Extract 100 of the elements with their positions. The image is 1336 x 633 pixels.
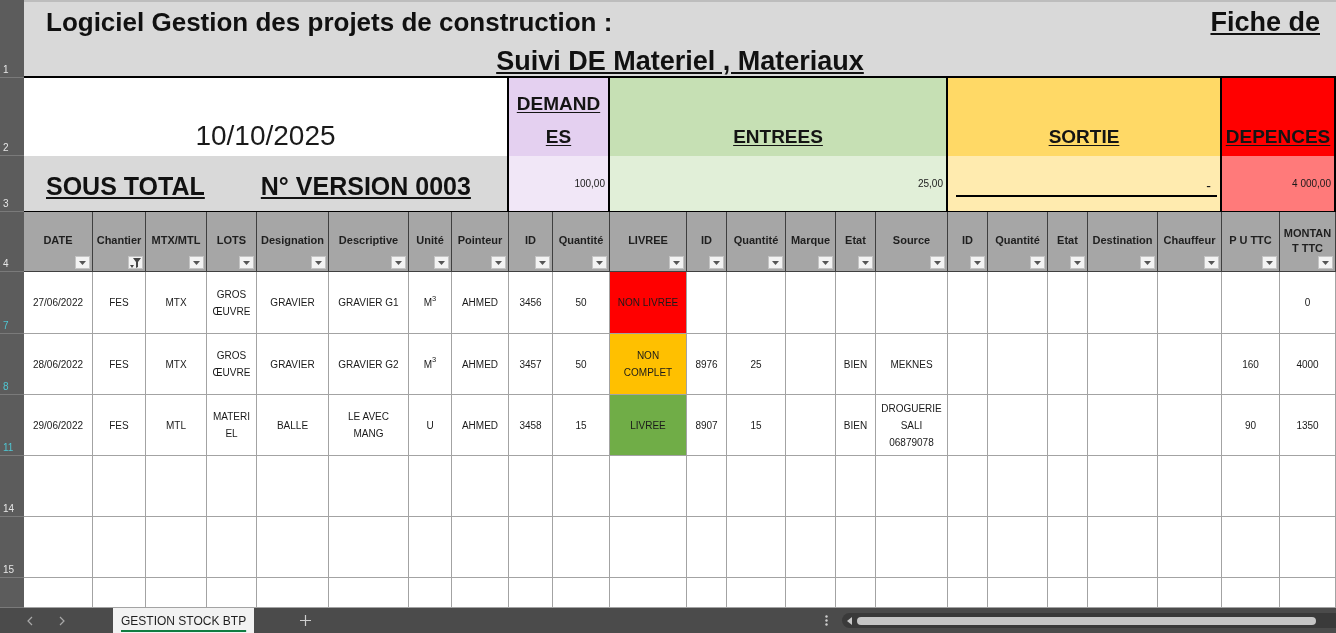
filter-button[interactable]	[1204, 256, 1219, 269]
row-header[interactable]: 14	[0, 456, 24, 517]
table-cell: MEKNES	[876, 334, 948, 395]
status-cell: NON LIVREE	[610, 272, 687, 334]
table-cell: AHMED	[452, 395, 509, 456]
filter-button[interactable]	[970, 256, 985, 269]
filter-button[interactable]	[1262, 256, 1277, 269]
version-label: N° VERSION 0003	[260, 170, 471, 201]
filter-button[interactable]	[930, 256, 945, 269]
row-header[interactable]: 2	[0, 78, 24, 156]
column-label: Pointeur	[457, 233, 503, 248]
filter-button[interactable]	[1140, 256, 1155, 269]
vertical-dots-icon[interactable]	[825, 615, 828, 626]
scroll-left-icon[interactable]	[847, 616, 852, 625]
caret-down-icon	[673, 260, 680, 265]
caret-down-icon	[862, 260, 869, 265]
subtotal-label: SOUS TOTAL	[46, 170, 205, 201]
column-label: ID	[701, 233, 712, 248]
table-cell: BALLE	[257, 395, 329, 456]
filter-button[interactable]	[189, 256, 204, 269]
form-label: Fiche de	[1210, 8, 1320, 36]
table-cell: M$^{3}$	[409, 272, 452, 334]
table-cell: GRAVIER	[257, 334, 329, 395]
table-cell: 15	[727, 395, 786, 456]
table-cell: LE AVEC MANG	[329, 395, 409, 456]
filter-button[interactable]	[491, 256, 506, 269]
filter-button[interactable]	[818, 256, 833, 269]
caret-down-icon	[1266, 260, 1273, 265]
column-label: Chantier	[96, 233, 142, 248]
filter-button[interactable]	[391, 256, 406, 269]
row-header[interactable]: 11	[0, 395, 24, 456]
section-header: SORTIE	[948, 78, 1222, 156]
caret-down-icon	[438, 260, 445, 265]
table-cell: 0	[1280, 272, 1336, 334]
column-label: Chauffeur	[1163, 233, 1216, 248]
caret-down-icon	[79, 260, 86, 265]
table-cell: 4000	[1280, 334, 1336, 395]
section-header: ENTREES	[610, 78, 948, 156]
table-cell: GROS ŒUVRE	[207, 334, 257, 395]
add-sheet-button[interactable]	[298, 613, 313, 628]
column-label: Quantité	[733, 233, 779, 248]
caret-down-icon	[243, 260, 250, 265]
column-label: Destination	[1092, 233, 1153, 248]
table-cell: 160	[1222, 334, 1280, 395]
filter-button[interactable]	[434, 256, 449, 269]
filter-button[interactable]	[75, 256, 90, 269]
filter-funnel-icon	[130, 257, 141, 268]
status-cell: LIVREE	[610, 395, 687, 456]
section-total: 25,00	[610, 156, 948, 212]
filter-button[interactable]	[592, 256, 607, 269]
table-cell: 50	[553, 272, 610, 334]
filter-button[interactable]	[1318, 256, 1333, 269]
plus-icon	[299, 615, 311, 626]
table-cell: MTL	[146, 395, 207, 456]
filter-button[interactable]	[535, 256, 550, 269]
scrollbar-thumb[interactable]	[857, 616, 1316, 625]
table-cell: GROS ŒUVRE	[207, 272, 257, 334]
table-cell: 3458	[509, 395, 553, 456]
filter-button[interactable]	[239, 256, 254, 269]
table-cell: MATERIEL	[207, 395, 257, 456]
row-header[interactable]: 15	[0, 517, 24, 578]
column-label: Designation	[261, 233, 324, 248]
table-cell: FES	[93, 334, 146, 395]
caret-down-icon	[1144, 260, 1151, 265]
column-label: Quantité	[558, 233, 604, 248]
filter-button[interactable]	[311, 256, 326, 269]
caret-down-icon	[713, 260, 720, 265]
filter-button[interactable]	[709, 256, 724, 269]
filter-button[interactable]	[1070, 256, 1085, 269]
section-header: DEPENCES	[1222, 78, 1336, 156]
column-label: MONTANT TTC	[1282, 225, 1333, 256]
sheet-tab[interactable]: GESTION STOCK BTP	[113, 608, 255, 633]
caret-down-icon	[1034, 260, 1041, 265]
row-header[interactable]: 7	[0, 272, 24, 334]
row-header[interactable]: 8	[0, 334, 24, 395]
filter-button[interactable]	[768, 256, 783, 269]
chevron-left-icon	[27, 615, 33, 626]
column-label: Descriptive	[338, 233, 399, 248]
column-label: Quantité	[995, 233, 1040, 248]
table-cell: FES	[93, 395, 146, 456]
row-header[interactable]: 1	[0, 0, 24, 78]
table-cell: MTX	[146, 334, 207, 395]
filter-button[interactable]	[858, 256, 873, 269]
filter-button[interactable]	[128, 256, 143, 269]
sheet-subtitle: Suivi DE Materiel , Materiaux	[496, 47, 864, 75]
column-label: MTX/MTL	[151, 233, 201, 248]
caret-down-icon	[193, 260, 200, 265]
filter-button[interactable]	[1030, 256, 1045, 269]
table-cell: GRAVIER G1	[329, 272, 409, 334]
row-header[interactable]: 3	[0, 156, 24, 212]
filter-button[interactable]	[669, 256, 684, 269]
table-cell: 25	[727, 334, 786, 395]
table-cell: 8907	[687, 395, 727, 456]
table-cell: 3456	[509, 272, 553, 334]
table-cell: 3457	[509, 334, 553, 395]
table-cell: MTX	[146, 272, 207, 334]
caret-down-icon	[974, 260, 981, 265]
row-header[interactable]: 4	[0, 212, 24, 272]
table-cell: GRAVIER	[257, 272, 329, 334]
table-cell: M$^{3}$	[409, 334, 452, 395]
